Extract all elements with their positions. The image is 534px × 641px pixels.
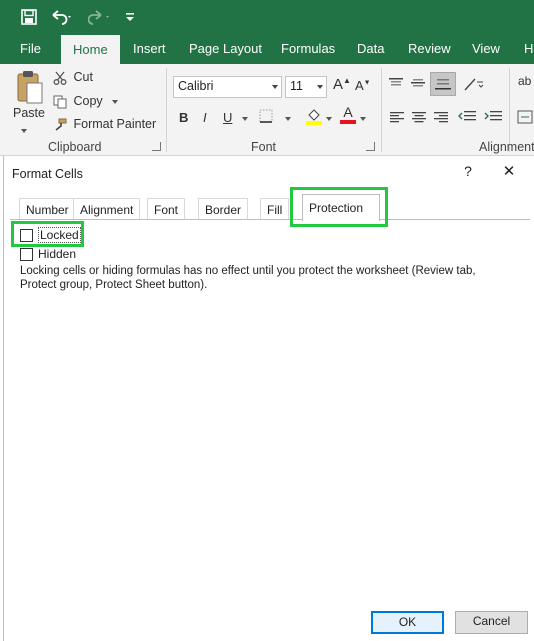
tab-panel-border xyxy=(10,219,530,220)
protection-info-text: Locking cells or hiding formulas has no … xyxy=(20,264,520,292)
tab-data[interactable]: Data xyxy=(357,34,384,64)
undo-icon[interactable] xyxy=(48,0,76,34)
top-align-icon[interactable] xyxy=(388,76,404,93)
scissors-icon xyxy=(53,71,67,85)
align-center-icon[interactable] xyxy=(412,111,426,126)
font-color-dropdown[interactable] xyxy=(360,111,366,125)
protection-tab-highlight xyxy=(290,187,388,227)
font-color-button[interactable]: A xyxy=(340,105,356,124)
ribbon: Paste Cut Copy Format Painter Clipboard … xyxy=(0,64,534,156)
font-size-value: 11 xyxy=(290,79,303,93)
font-launcher-icon[interactable] xyxy=(366,142,375,151)
orientation-icon[interactable] xyxy=(463,76,485,95)
clipboard-launcher-icon[interactable] xyxy=(152,142,161,151)
underline-button[interactable]: U xyxy=(223,110,232,125)
quick-access-toolbar xyxy=(0,0,534,34)
tab-number[interactable]: Number xyxy=(19,198,76,220)
paint-bucket-icon xyxy=(306,109,322,125)
tab-help[interactable]: H xyxy=(524,34,533,64)
alignment-group-label: Alignment xyxy=(479,140,534,154)
paste-dropdown[interactable] xyxy=(21,123,27,137)
hidden-option[interactable]: Hidden xyxy=(20,247,76,261)
wrap-text-button[interactable]: ab xyxy=(518,74,531,88)
increase-indent-icon[interactable] xyxy=(484,110,502,127)
copy-icon xyxy=(53,95,67,109)
format-cells-dialog: Format Cells ? ✕ Number Alignment Font B… xyxy=(3,156,534,641)
locked-highlight xyxy=(11,221,84,247)
shrink-font-button[interactable]: A▼ xyxy=(355,78,371,93)
ok-button[interactable]: OK xyxy=(371,611,444,634)
borders-icon xyxy=(259,109,273,123)
borders-button[interactable] xyxy=(258,108,274,127)
save-icon[interactable] xyxy=(18,0,40,34)
tab-alignment[interactable]: Alignment xyxy=(73,198,141,220)
customize-icon[interactable] xyxy=(122,0,138,34)
tab-view[interactable]: View xyxy=(472,34,500,64)
tab-border[interactable]: Border xyxy=(198,198,249,220)
hidden-label[interactable]: Hidden xyxy=(38,247,76,261)
cut-button[interactable]: Cut xyxy=(53,70,93,85)
tab-formulas[interactable]: Formulas xyxy=(281,34,335,64)
grow-font-button[interactable]: A▲ xyxy=(333,76,351,93)
bottom-align-icon[interactable] xyxy=(430,72,456,96)
cancel-button[interactable]: Cancel xyxy=(455,611,528,634)
copy-button[interactable]: Copy xyxy=(53,94,119,109)
copy-label: Copy xyxy=(73,94,103,108)
cut-label: Cut xyxy=(73,70,93,84)
merge-center-icon[interactable] xyxy=(517,110,533,127)
tab-insert[interactable]: Insert xyxy=(133,34,166,64)
ribbon-tabs: File Home Insert Page Layout Formulas Da… xyxy=(0,34,534,64)
tab-review[interactable]: Review xyxy=(408,34,451,64)
borders-dropdown[interactable] xyxy=(285,111,291,125)
redo-icon[interactable] xyxy=(86,0,114,34)
close-icon[interactable]: ✕ xyxy=(500,162,518,180)
info-line-1: Locking cells or hiding formulas has no … xyxy=(20,265,476,277)
format-painter-label: Format Painter xyxy=(73,117,157,131)
fill-color-button[interactable] xyxy=(305,107,323,128)
decrease-indent-icon[interactable] xyxy=(458,110,476,127)
font-size-combo[interactable]: 11 xyxy=(285,76,327,98)
font-color-letter: A xyxy=(343,104,353,120)
align-left-icon[interactable] xyxy=(390,111,404,126)
font-name-value: Calibri xyxy=(178,79,214,93)
italic-button[interactable]: I xyxy=(203,110,207,125)
help-icon[interactable]: ? xyxy=(460,163,476,179)
font-name-combo[interactable]: Calibri xyxy=(173,76,282,98)
paintbrush-icon xyxy=(55,118,67,131)
ribbon-separator xyxy=(381,68,382,152)
middle-align-icon[interactable] xyxy=(410,76,426,93)
tab-file[interactable]: File xyxy=(20,34,41,64)
ribbon-separator xyxy=(166,68,167,152)
info-line-2: Protect group, Protect Sheet button). xyxy=(20,279,208,291)
dialog-title: Format Cells xyxy=(12,167,83,181)
format-painter-button[interactable]: Format Painter xyxy=(53,117,156,132)
shrink-font-label: A xyxy=(355,78,364,93)
tab-page-layout[interactable]: Page Layout xyxy=(189,34,262,64)
copy-dropdown-icon[interactable] xyxy=(112,99,119,104)
clipboard-group-label: Clipboard xyxy=(48,140,102,154)
align-right-icon[interactable] xyxy=(434,111,448,126)
underline-dropdown[interactable] xyxy=(242,111,248,125)
hidden-checkbox[interactable] xyxy=(20,247,33,261)
paste-button[interactable] xyxy=(12,70,46,109)
paste-icon xyxy=(17,71,43,104)
fill-color-dropdown[interactable] xyxy=(326,111,332,125)
tab-font[interactable]: Font xyxy=(147,198,186,220)
paste-label[interactable]: Paste xyxy=(13,106,45,120)
tab-home[interactable]: Home xyxy=(61,35,120,64)
bold-button[interactable]: B xyxy=(179,110,188,125)
font-color-swatch xyxy=(340,120,356,124)
font-group-label: Font xyxy=(251,140,277,154)
grow-font-label: A xyxy=(333,76,344,93)
tab-fill[interactable]: Fill xyxy=(260,198,290,220)
